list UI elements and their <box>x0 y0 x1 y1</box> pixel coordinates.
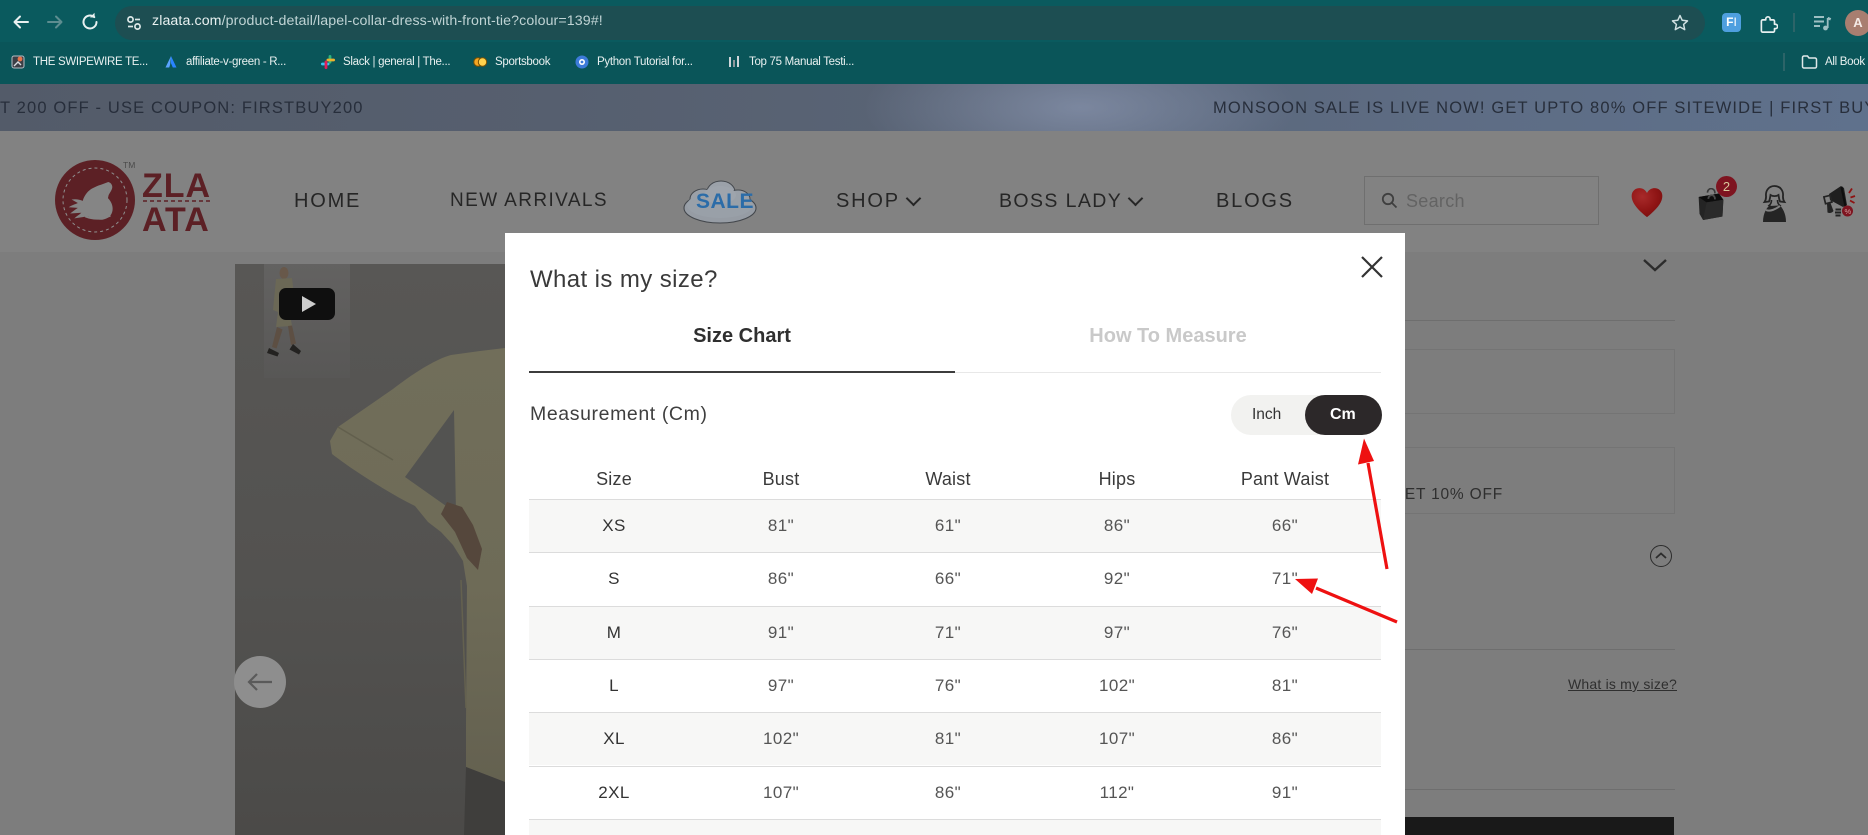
svg-text:ATA: ATA <box>142 201 210 239</box>
svg-text:%: % <box>1845 207 1852 216</box>
svg-text:ZLA: ZLA <box>142 167 211 205</box>
svg-text:TM: TM <box>123 160 135 170</box>
